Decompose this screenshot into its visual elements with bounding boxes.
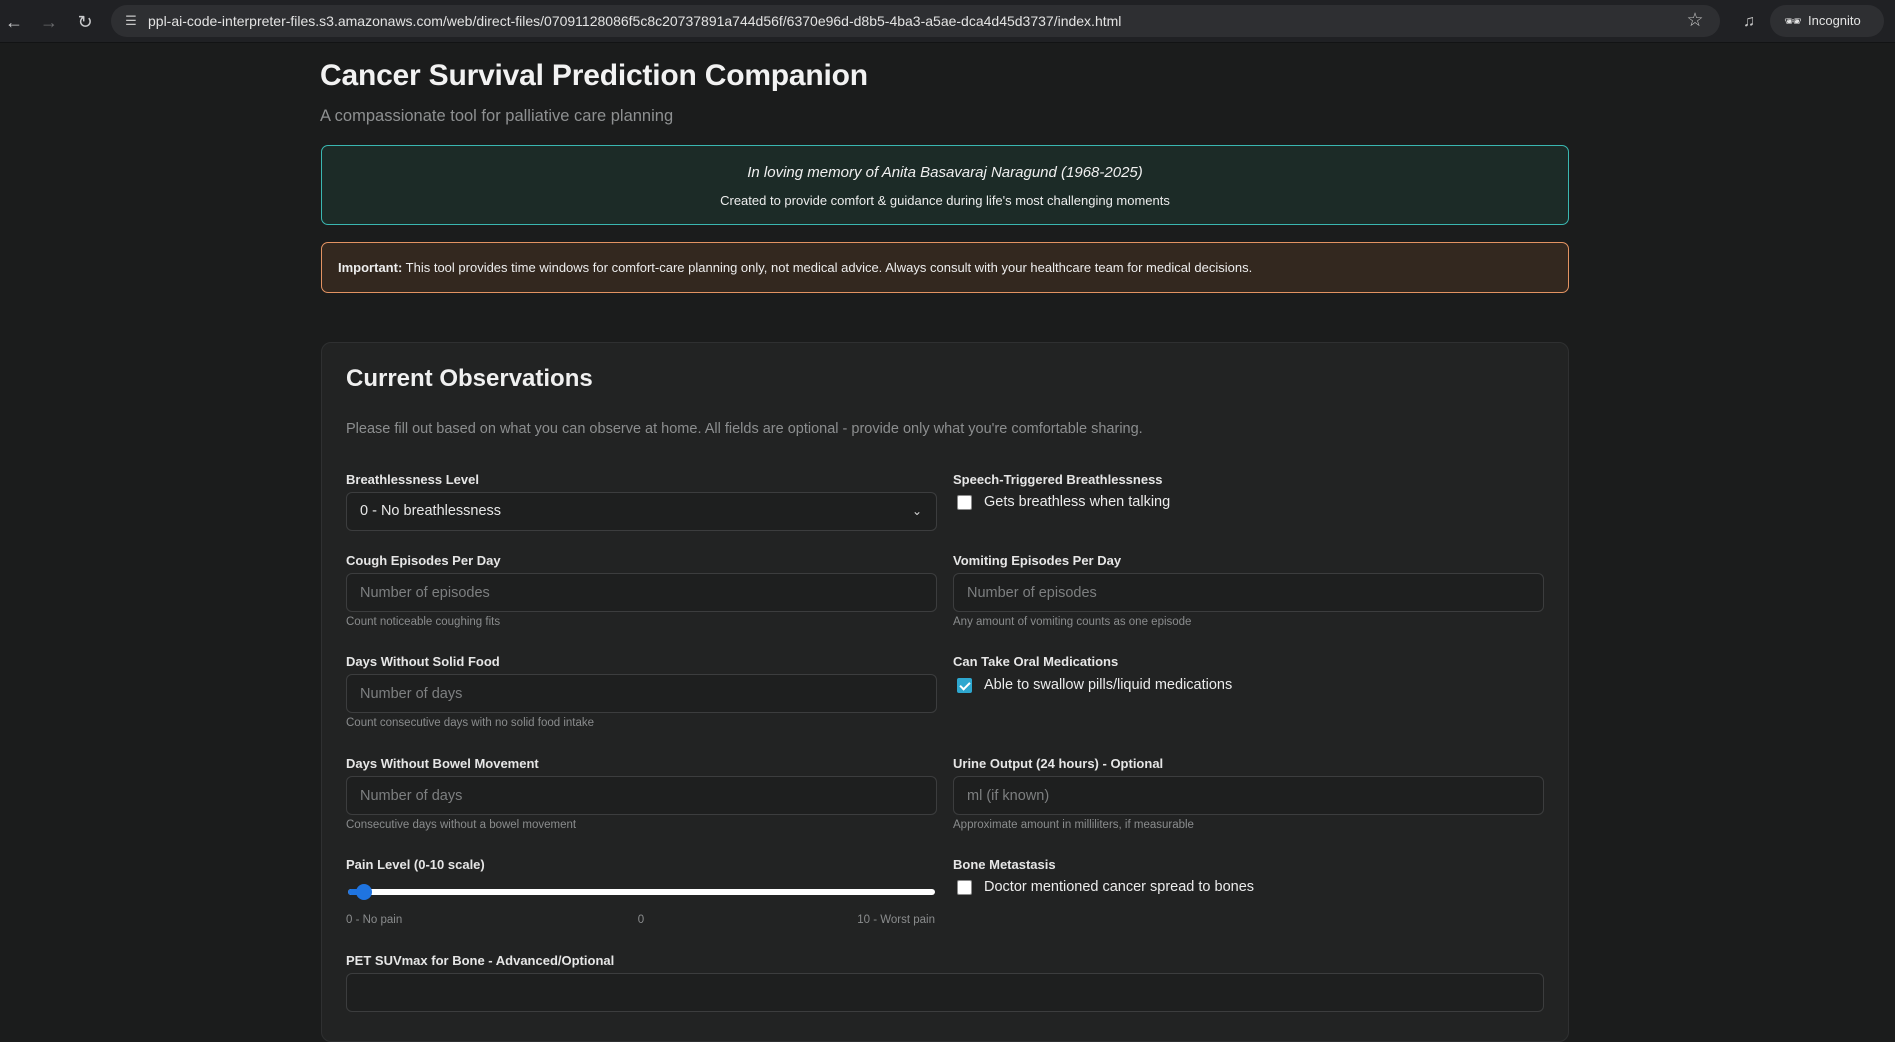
- address-url: ppl-ai-code-interpreter-files.s3.amazona…: [148, 13, 1122, 29]
- speech-breathlessness-text[interactable]: Gets breathless when talking: [984, 494, 1170, 510]
- page-title: Cancer Survival Prediction Companion: [320, 59, 868, 92]
- oral-meds-text[interactable]: Able to swallow pills/liquid medications: [984, 677, 1232, 693]
- memorial-banner: In loving memory of Anita Basavaraj Nara…: [321, 145, 1569, 225]
- pain-label: Pain Level (0-10 scale): [346, 857, 485, 872]
- chevron-down-icon: ⌄: [911, 504, 922, 518]
- forward-arrow-icon[interactable]: →: [37, 10, 61, 34]
- observations-title: Current Observations: [346, 365, 593, 392]
- cough-hint: Count noticeable coughing fits: [346, 616, 501, 628]
- bone-mets-text[interactable]: Doctor mentioned cancer spread to bones: [984, 879, 1254, 895]
- vomiting-label: Vomiting Episodes Per Day: [953, 553, 1122, 568]
- pain-min-label: 0 - No pain: [346, 914, 403, 926]
- reload-icon[interactable]: ↻: [73, 10, 97, 34]
- back-arrow-icon[interactable]: ←: [2, 10, 26, 34]
- solid-food-days-input[interactable]: [346, 674, 937, 713]
- oral-meds-checkbox[interactable]: [957, 678, 972, 693]
- bowel-label: Days Without Bowel Movement: [346, 756, 539, 771]
- urine-label: Urine Output (24 hours) - Optional: [953, 756, 1164, 771]
- bone-mets-checkbox[interactable]: [957, 880, 972, 895]
- observations-card: Current Observations Please fill out bas…: [321, 342, 1569, 1042]
- bone-mets-label: Bone Metastasis: [953, 857, 1056, 872]
- bowel-days-input[interactable]: [346, 776, 937, 815]
- incognito-label: Incognito: [1808, 13, 1861, 28]
- breathlessness-select[interactable]: 0 - No breathlessness ⌄: [346, 492, 937, 531]
- memorial-dedication: In loving memory of Anita Basavaraj Nara…: [747, 164, 1143, 181]
- breathlessness-label: Breathlessness Level: [346, 472, 479, 487]
- browser-toolbar: ← → ↻ ☰ ppl-ai-code-interpreter-files.s3…: [0, 0, 1895, 43]
- pet-suv-label: PET SUVmax for Bone - Advanced/Optional: [346, 953, 615, 968]
- media-control-icon[interactable]: ♫: [1737, 10, 1761, 34]
- pain-max-label: 10 - Worst pain: [857, 914, 935, 926]
- vomiting-episodes-input[interactable]: [953, 573, 1544, 612]
- urine-output-input[interactable]: [953, 776, 1544, 815]
- address-bar[interactable]: ☰ ppl-ai-code-interpreter-files.s3.amazo…: [111, 5, 1720, 37]
- cough-episodes-input[interactable]: [346, 573, 937, 612]
- pet-suv-input[interactable]: [346, 973, 1544, 1012]
- pain-slider-thumb[interactable]: [356, 884, 372, 900]
- speech-breathlessness-label: Speech-Triggered Breathlessness: [953, 472, 1163, 487]
- page-subtitle: A compassionate tool for palliative care…: [320, 107, 674, 125]
- urine-hint: Approximate amount in milliliters, if me…: [953, 819, 1194, 831]
- breathlessness-selected: 0 - No breathlessness: [360, 503, 502, 519]
- oral-meds-label: Can Take Oral Medications: [953, 654, 1119, 669]
- observations-description: Please fill out based on what you can ob…: [346, 421, 1143, 437]
- pain-value: 0: [637, 914, 645, 926]
- incognito-badge[interactable]: 🕶 Incognito: [1770, 5, 1884, 37]
- disclaimer-label: Important:: [338, 260, 403, 275]
- disclaimer-text: Important: This tool provides time windo…: [338, 260, 1252, 275]
- cough-label: Cough Episodes Per Day: [346, 553, 501, 568]
- pain-slider[interactable]: [348, 884, 935, 900]
- site-info-icon[interactable]: ☰: [121, 11, 141, 31]
- incognito-icon: 🕶: [1784, 13, 1802, 29]
- medical-disclaimer: Important: This tool provides time windo…: [321, 242, 1569, 293]
- speech-breathlessness-checkbox[interactable]: [957, 495, 972, 510]
- bookmark-star-icon[interactable]: ☆: [1684, 10, 1706, 32]
- vomiting-hint: Any amount of vomiting counts as one epi…: [953, 616, 1192, 628]
- disclaimer-body: This tool provides time windows for comf…: [402, 260, 1253, 275]
- solid-food-label: Days Without Solid Food: [346, 654, 500, 669]
- solid-food-hint: Count consecutive days with no solid foo…: [346, 717, 595, 729]
- memorial-purpose: Created to provide comfort & guidance du…: [720, 193, 1170, 208]
- bowel-hint: Consecutive days without a bowel movemen…: [346, 819, 577, 831]
